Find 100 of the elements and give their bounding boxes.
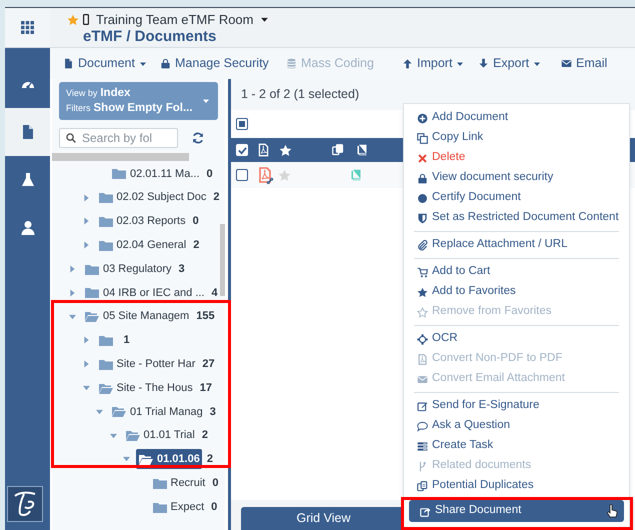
share-icon bbox=[420, 506, 431, 516]
tree-item[interactable]: 03 Regulatory bbox=[82, 259, 174, 280]
hand-cursor-icon bbox=[606, 504, 618, 518]
expander-icon[interactable] bbox=[82, 384, 90, 392]
item-count: 27 bbox=[202, 357, 215, 372]
tree-item[interactable]: Recruit bbox=[150, 473, 208, 494]
filter-caption: Filters bbox=[66, 102, 90, 115]
menu-item[interactable]: Create Task bbox=[406, 436, 627, 456]
pdf-file-icon bbox=[417, 354, 428, 364]
filter-value: Show Empty Fol... bbox=[94, 101, 193, 116]
menu-item[interactable]: Send for E-Signature bbox=[406, 396, 627, 416]
expander-icon[interactable] bbox=[82, 194, 90, 202]
select-all-checkbox[interactable] bbox=[236, 118, 248, 130]
apps-grid-icon[interactable] bbox=[21, 21, 34, 34]
folder-icon bbox=[98, 334, 112, 346]
refresh-icon[interactable] bbox=[192, 132, 204, 144]
tree-item[interactable]: Expect bbox=[150, 497, 206, 518]
page-title: eTMF / Documents bbox=[82, 28, 218, 46]
folder-icon bbox=[98, 240, 112, 251]
tree-item[interactable]: 04 IRB or IEC and ... bbox=[82, 282, 206, 303]
folder-icon bbox=[152, 478, 166, 489]
folder-icon bbox=[98, 192, 112, 204]
tree-item[interactable]: 02.03 Reports bbox=[96, 211, 188, 232]
folder-icon bbox=[85, 311, 99, 322]
item-count: 4 bbox=[212, 286, 218, 301]
menu-item[interactable]: Share Document bbox=[409, 500, 624, 522]
menu-item[interactable]: Ask a Question bbox=[406, 416, 627, 436]
filter-caption: View by bbox=[66, 87, 98, 100]
tree-item[interactable]: Site - The Hous bbox=[96, 378, 195, 398]
item-count: 0 bbox=[206, 166, 213, 182]
toolbar-button[interactable]: Document bbox=[63, 54, 160, 73]
menu-item[interactable]: Set as Restricted Document Content bbox=[406, 208, 627, 228]
expander-icon[interactable] bbox=[69, 312, 76, 321]
expander-icon[interactable] bbox=[82, 241, 90, 250]
menu-item[interactable]: Potential Duplicates bbox=[406, 476, 627, 496]
expander-icon[interactable] bbox=[82, 336, 90, 344]
star-icon[interactable] bbox=[278, 168, 291, 182]
toolbar-button[interactable]: Manage Security bbox=[160, 54, 286, 73]
menu-item[interactable]: Add to Favorites bbox=[406, 282, 627, 302]
tree-item[interactable]: Site - Potter Har bbox=[96, 354, 198, 374]
item-count: 2 bbox=[193, 238, 200, 254]
tree-item[interactable]: 02.01.11 Ma... bbox=[109, 164, 202, 184]
crosshair-icon bbox=[417, 334, 428, 344]
item-count: 3 bbox=[210, 404, 216, 420]
folder-icon bbox=[112, 168, 126, 180]
logo-icon bbox=[12, 490, 38, 518]
toolbar-button[interactable]: Export bbox=[478, 54, 561, 73]
room-selector[interactable]: Training Team eTMF Room bbox=[96, 10, 268, 30]
paperclip-icon bbox=[417, 240, 428, 250]
duplicates-icon bbox=[417, 480, 428, 492]
expander-icon[interactable] bbox=[110, 432, 116, 440]
plus-circle-icon bbox=[417, 112, 428, 124]
tree-item[interactable]: 01.01 Trial bbox=[122, 426, 197, 446]
menu-item[interactable]: Delete bbox=[406, 148, 627, 168]
menu-item[interactable]: Certify Document bbox=[406, 188, 627, 208]
expander-icon[interactable] bbox=[69, 265, 76, 274]
branch-icon bbox=[417, 460, 428, 472]
expander-icon[interactable] bbox=[96, 408, 103, 416]
envelope-icon bbox=[417, 374, 428, 384]
star-icon bbox=[279, 144, 292, 156]
flask-icon bbox=[20, 172, 36, 188]
menu-item[interactable]: Add Document bbox=[406, 108, 627, 128]
tree-item[interactable]: 02.02 Subject Doc bbox=[96, 188, 208, 208]
vertical-scrollbar bbox=[220, 224, 225, 296]
user-icon bbox=[20, 220, 36, 236]
tree-item[interactable]: 01 Trial Manag bbox=[109, 402, 205, 422]
header-checkbox[interactable] bbox=[236, 144, 248, 156]
search-icon bbox=[66, 133, 76, 143]
tree-item[interactable]: 05 Site Managem bbox=[82, 306, 192, 327]
speech-bubble-icon bbox=[417, 420, 428, 432]
toolbar-button[interactable]: Email bbox=[561, 54, 621, 73]
expander-icon[interactable] bbox=[82, 360, 90, 368]
item-count: 0 bbox=[192, 214, 199, 230]
pdf-link-icon bbox=[257, 166, 274, 184]
menu-item[interactable]: OCR bbox=[406, 329, 627, 349]
expander-icon[interactable] bbox=[82, 217, 90, 226]
expander-icon[interactable] bbox=[69, 288, 76, 297]
caret-icon bbox=[260, 15, 268, 24]
item-count: 2 bbox=[206, 452, 213, 468]
document-icon bbox=[63, 58, 74, 69]
book-icon bbox=[356, 144, 368, 156]
search-field[interactable]: Search by fol bbox=[59, 128, 178, 148]
dashboard-icon bbox=[20, 80, 36, 88]
toolbar-button[interactable]: Import bbox=[402, 54, 478, 73]
expander-icon[interactable] bbox=[123, 455, 130, 464]
nav-item[interactable] bbox=[5, 108, 50, 156]
item-count: 2 bbox=[213, 190, 220, 206]
item-count: 1 bbox=[124, 333, 130, 348]
menu-item[interactable]: Copy Link bbox=[406, 128, 627, 148]
tree-item[interactable]: 02.04 General bbox=[96, 235, 188, 256]
envelope-icon bbox=[561, 58, 572, 69]
close-icon bbox=[417, 152, 428, 164]
menu-item[interactable]: Add to Cart bbox=[406, 262, 627, 282]
lock-icon bbox=[160, 58, 171, 69]
task-list-icon bbox=[417, 440, 428, 452]
folder-icon bbox=[85, 264, 99, 275]
star-icon bbox=[417, 286, 428, 298]
menu-item[interactable]: Replace Attachment / URL bbox=[406, 235, 627, 255]
row-checkbox[interactable] bbox=[236, 169, 248, 181]
star-icon[interactable] bbox=[67, 14, 79, 26]
